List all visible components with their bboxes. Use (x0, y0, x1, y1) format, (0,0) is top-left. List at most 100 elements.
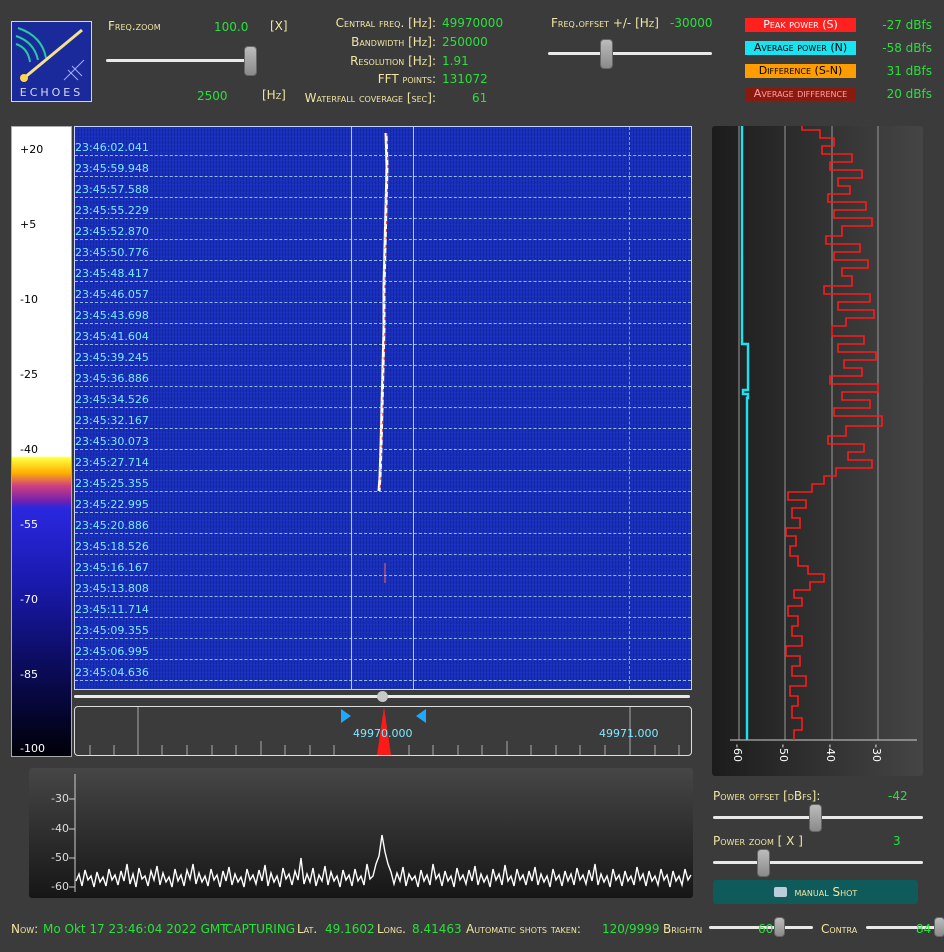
brightness-slider-knob[interactable] (774, 917, 785, 937)
color-scale-bar: +20 +5 -10 -25 -40 -55 -70 -85 -100 (11, 126, 72, 757)
freq-zoom-range-value: 2500 (197, 89, 228, 103)
contrast-label: Contra (821, 922, 858, 936)
time-gridline (75, 512, 691, 513)
meteor-echo-trace (377, 132, 389, 583)
timestamp-label: 23:45:52.870 (75, 225, 149, 238)
brightness-value: 60 (758, 922, 774, 936)
time-gridline (75, 344, 691, 345)
freq-zoom-range-unit: [Hz] (262, 88, 286, 102)
timestamp-label: 23:45:22.995 (75, 498, 149, 511)
time-gridline (75, 554, 691, 555)
spectrum-plot: -30 -40 -50 -60 (29, 768, 693, 898)
contrast-slider-track[interactable] (866, 926, 944, 929)
timestamp-label: 23:45:48.417 (75, 267, 149, 280)
average-power-trace (740, 126, 750, 740)
timestamp-label: 23:46:02.041 (75, 141, 149, 154)
power-zoom-slider-track[interactable] (713, 861, 923, 864)
difference-value: 31 dBfs (886, 64, 932, 78)
central-freq-value: 49970000 (442, 16, 504, 30)
power-axis-label: -30 (870, 744, 883, 762)
freq-zoom-label: Freq.zoom (108, 19, 161, 33)
power-offset-value: -42 (888, 789, 908, 803)
longitude-value: 8.41463 (412, 922, 462, 936)
timestamp-label: 23:45:20.886 (75, 519, 149, 532)
color-scale-label: -10 (20, 293, 38, 306)
timestamp-label: 23:45:11.714 (75, 603, 149, 616)
filter-right-marker-icon[interactable] (415, 709, 427, 723)
average-difference-badge: Average difference (745, 87, 856, 101)
freq-zoom-value: 100.0 (214, 20, 249, 34)
resolution-value: 1.91 (442, 54, 469, 68)
timestamp-label: 23:45:36.886 (75, 372, 149, 385)
timestamp-label: 23:45:34.526 (75, 393, 149, 406)
logo-text: ECHOES (19, 86, 84, 99)
timestamp-label: 23:45:25.355 (75, 477, 149, 490)
manual-shot-label: manual Shot (794, 885, 858, 899)
power-axis-label: -40 (824, 744, 837, 762)
shots-label: Automatic shots taken: (466, 922, 581, 936)
timestamp-label: 23:45:59.948 (75, 162, 149, 175)
freq-zoom-slider-knob[interactable] (244, 46, 257, 76)
power-axis-label: -50 (777, 744, 790, 762)
freq-offset-slider-track[interactable] (548, 52, 712, 55)
waterfall-display[interactable]: 23:46:02.041 23:45:59.948 23:45:57.588 2… (74, 126, 692, 690)
peak-power-badge: Peak power (S) (745, 18, 856, 32)
spectrum-trace (75, 834, 692, 888)
time-gridline (75, 281, 691, 282)
color-scale-label: -40 (20, 443, 38, 456)
time-gridline (75, 365, 691, 366)
timestamp-label: 23:45:50.776 (75, 246, 149, 259)
filter-left-marker-icon[interactable] (340, 709, 352, 723)
contrast-slider-knob[interactable] (934, 917, 944, 937)
timestamp-label: 23:45:06.995 (75, 645, 149, 658)
color-scale-label: +5 (20, 218, 37, 231)
time-gridline (75, 176, 691, 177)
timestamp-label: 23:45:43.698 (75, 309, 149, 322)
color-scale-label: -100 (20, 742, 45, 755)
average-power-badge: Average power (N) (745, 41, 856, 55)
spectrum-axis-label: -30 (51, 792, 69, 805)
power-zoom-label: Power zoom [ X ] (713, 834, 803, 848)
center-frequency-label: 49970.000 (353, 727, 413, 740)
timestamp-label: 23:45:46.057 (75, 288, 149, 301)
fft-points-label: FFT points: (377, 72, 436, 86)
waterfall-scroll-knob[interactable] (377, 691, 388, 702)
time-gridline (75, 260, 691, 261)
power-offset-slider-knob[interactable] (809, 804, 822, 832)
central-freq-label: Central freq. [Hz]: (335, 16, 436, 30)
time-gridline (75, 197, 691, 198)
timestamp-label: 23:45:13.808 (75, 582, 149, 595)
power-zoom-slider-knob[interactable] (757, 849, 770, 877)
spectrum-axis-label: -50 (51, 851, 69, 864)
longitude-label: Long. (377, 922, 406, 936)
timestamp-label: 23:45:57.588 (75, 183, 149, 196)
power-zoom-value: 3 (893, 834, 901, 848)
time-gridline (75, 575, 691, 576)
power-time-plot: -60 -50 -40 -30 (712, 126, 923, 776)
time-gridline (75, 239, 691, 240)
difference-badge: Difference (S-N) (745, 64, 856, 78)
spectrum-axis-label: -40 (51, 822, 69, 835)
right-frequency-label: 49971.000 (599, 727, 659, 740)
freq-offset-slider-knob[interactable] (600, 39, 613, 69)
frequency-scale[interactable]: 49970.000 49971.000 (74, 706, 692, 756)
freq-zoom-slider-track[interactable] (106, 59, 254, 62)
time-gridline (75, 323, 691, 324)
resolution-label: Resolution [Hz]: (350, 54, 436, 68)
timestamp-label: 23:45:09.355 (75, 624, 149, 637)
spectrum-axis-label: -60 (51, 880, 69, 893)
time-gridline (75, 407, 691, 408)
waterfall-coverage-value: 61 (472, 91, 488, 105)
contrast-value: 84 (916, 922, 932, 936)
time-gridline (75, 596, 691, 597)
shots-value: 120/9999 (602, 922, 660, 936)
latitude-value: 49.1602 (325, 922, 375, 936)
timestamp-label: 23:45:55.229 (75, 204, 149, 217)
manual-shot-button[interactable]: manual Shot (713, 880, 918, 904)
bandwidth-value: 250000 (442, 35, 488, 49)
latitude-label: Lat. (297, 922, 318, 936)
color-scale-label: -70 (20, 593, 38, 606)
timestamp-label: 23:45:41.604 (75, 330, 149, 343)
time-gridline (75, 386, 691, 387)
brightness-label: Brightn (663, 922, 703, 936)
